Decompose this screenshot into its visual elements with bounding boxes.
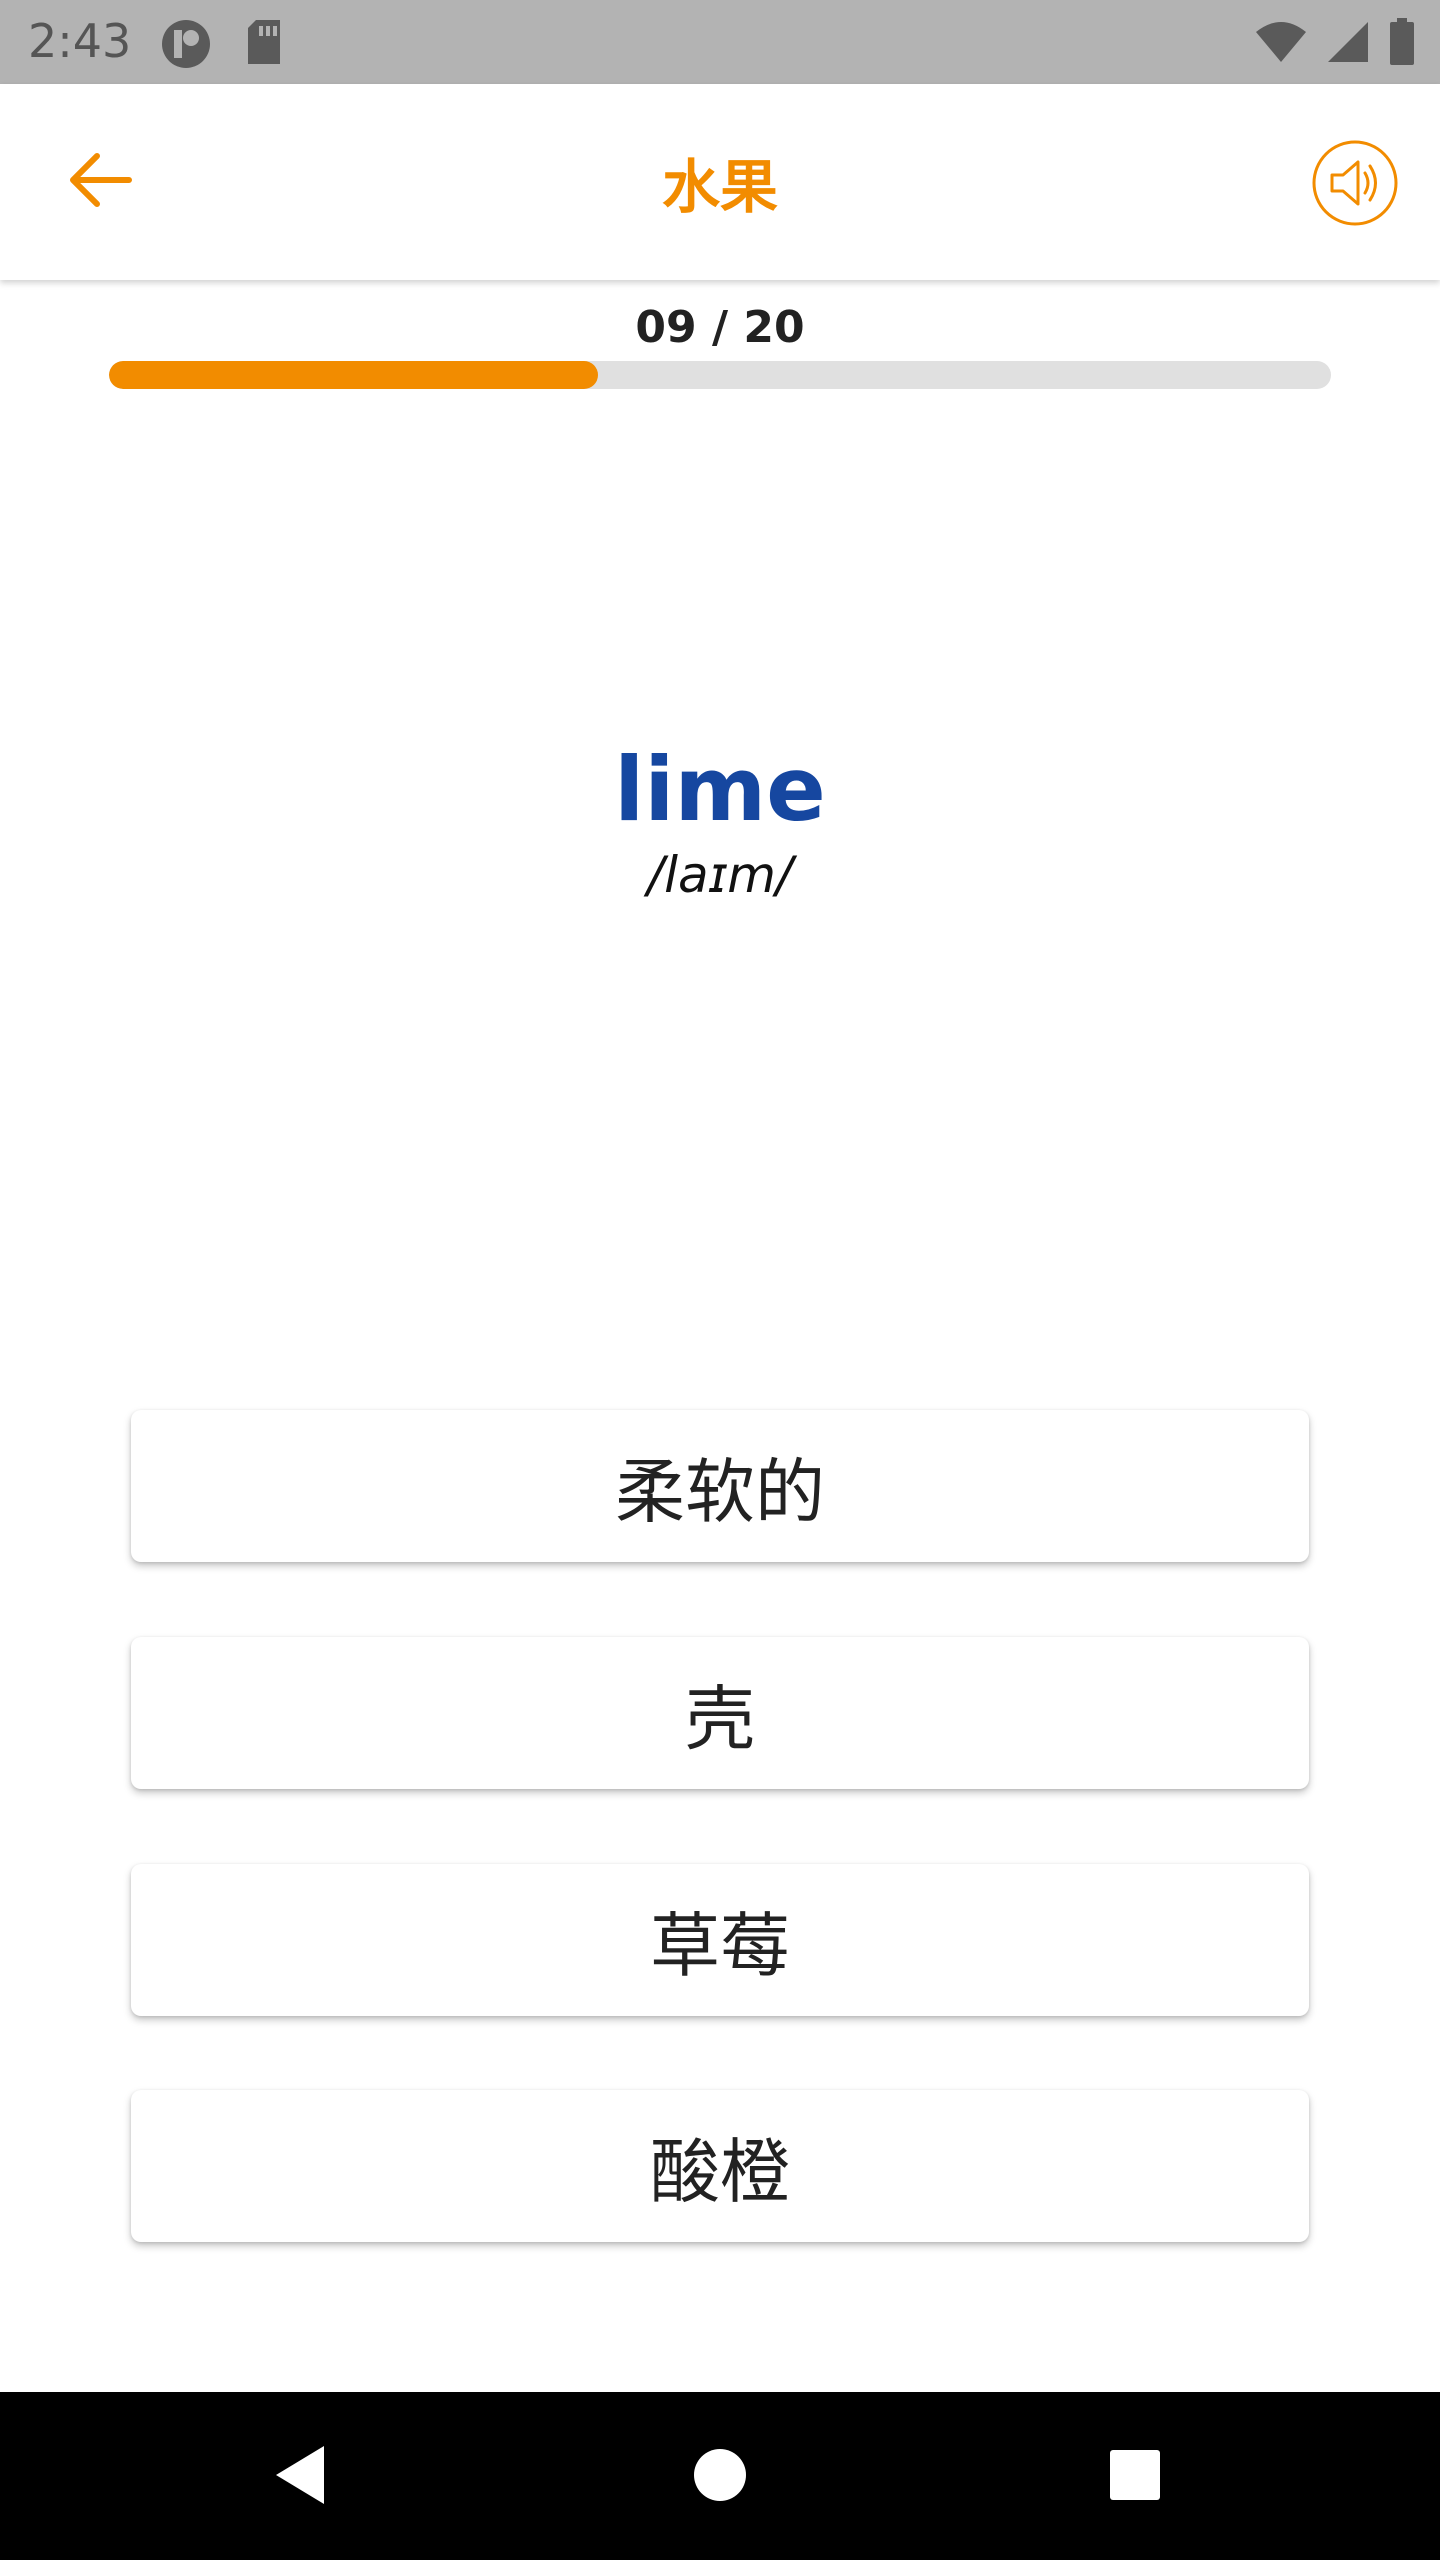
wifi-icon <box>1254 20 1308 69</box>
recents-square-icon <box>1107 2447 1163 2508</box>
answer-option[interactable]: 草莓 <box>131 1864 1309 2016</box>
vocab-word: lime <box>614 738 826 841</box>
back-triangle-icon <box>270 2442 330 2513</box>
status-left-icons <box>160 18 284 75</box>
progress-bar <box>109 361 1331 389</box>
answer-option[interactable]: 酸橙 <box>131 2090 1309 2242</box>
back-button[interactable] <box>50 132 150 232</box>
progress-label: 09 / 20 <box>635 302 805 353</box>
nav-home-button[interactable] <box>675 2432 765 2522</box>
cell-signal-icon <box>1326 20 1370 69</box>
sync-icon <box>160 18 212 75</box>
app-bar: 水果 <box>0 84 1440 280</box>
system-nav-bar <box>0 2392 1440 2560</box>
answer-option[interactable]: 壳 <box>131 1637 1309 1789</box>
phonetic-transcription: /laɪm/ <box>647 846 793 904</box>
screen: 2:43 水果 09 / 20 lime /laɪm/ 柔软的 壳 草莓 酸橙 <box>0 0 1440 2560</box>
arrow-left-icon <box>67 150 133 215</box>
page-title: 水果 <box>661 153 778 221</box>
answer-option[interactable]: 柔软的 <box>131 1410 1309 1562</box>
nav-recents-button[interactable] <box>1090 2432 1180 2522</box>
progress-bar-fill <box>109 361 598 389</box>
nav-back-button[interactable] <box>255 2432 345 2522</box>
speaker-icon <box>1310 140 1400 232</box>
sd-card-icon <box>244 18 284 75</box>
battery-icon <box>1388 18 1416 71</box>
status-bar: 2:43 <box>0 0 1440 84</box>
speaker-button[interactable] <box>1310 138 1400 228</box>
home-circle-icon <box>692 2447 748 2508</box>
status-time: 2:43 <box>28 14 132 68</box>
status-right-icons <box>1254 18 1416 71</box>
